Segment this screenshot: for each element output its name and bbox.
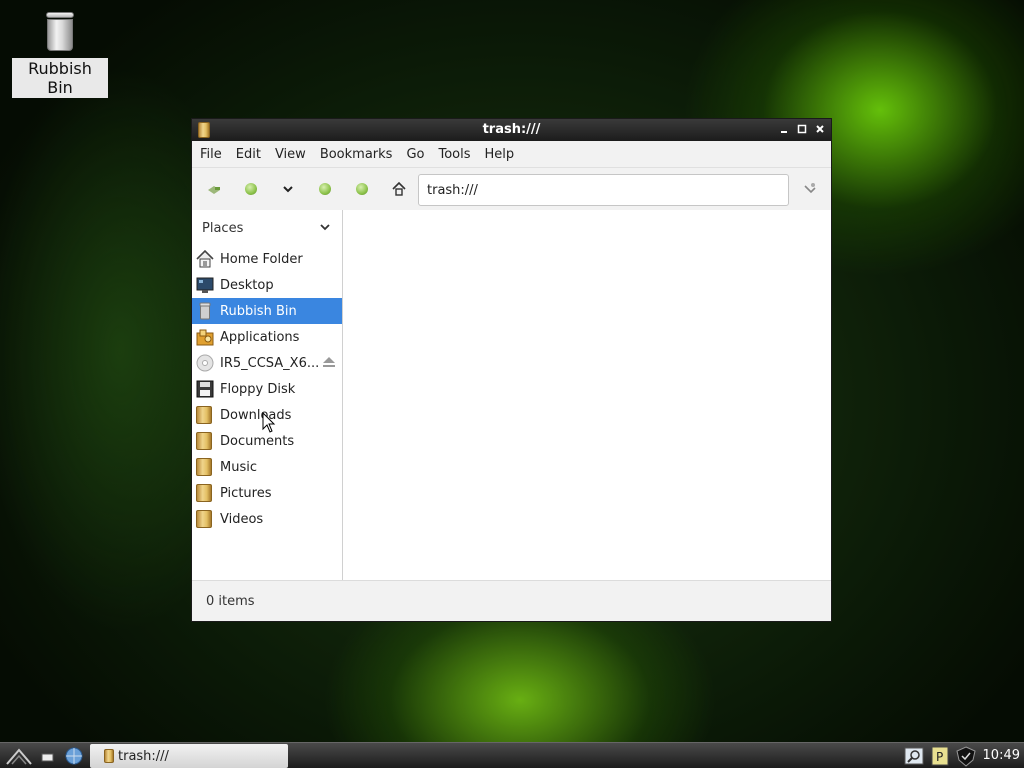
sidebar-item-rubbish-bin[interactable]: Rubbish Bin [192, 298, 342, 324]
sidebar-item-applications[interactable]: Applications [192, 324, 342, 350]
globe-icon [65, 747, 83, 765]
desktop-icon-label: Rubbish Bin [12, 58, 108, 98]
folder-icon [196, 432, 214, 450]
forward-button[interactable] [315, 179, 335, 199]
sidebar-header-label: Places [202, 220, 244, 236]
sidebar-item-label: Pictures [220, 485, 272, 501]
sidebar-item-home-folder[interactable]: Home Folder [192, 246, 342, 272]
folder-icon [196, 510, 214, 528]
sidebar-item-label: IR5_CCSA_X6... [220, 355, 320, 371]
desktop-icon [196, 276, 214, 294]
new-tab-icon [208, 186, 220, 194]
menu-view[interactable]: View [275, 147, 306, 162]
mouse-pointer-icon [262, 412, 276, 433]
sidebar-header[interactable]: Places [192, 210, 342, 246]
back-button[interactable] [241, 179, 261, 199]
folder-icon [196, 458, 214, 476]
places-sidebar: Places Home Folder Desktop Rubbish Bin A… [192, 210, 343, 582]
sidebar-item-label: Floppy Disk [220, 381, 296, 397]
magnifier-icon [904, 747, 924, 765]
tray-shield[interactable] [955, 746, 976, 767]
folder-icon [196, 484, 214, 502]
go-button[interactable] [800, 179, 820, 199]
sidebar-item-pictures[interactable]: Pictures [192, 480, 342, 506]
sidebar-item-label: Desktop [220, 277, 274, 293]
up-button[interactable] [352, 179, 372, 199]
forward-arrow-icon [319, 183, 331, 195]
menu-bar: File Edit View Bookmarks Go Tools Help [192, 141, 831, 168]
home-button[interactable] [389, 179, 409, 199]
home-icon [392, 181, 406, 196]
home-icon [196, 249, 214, 268]
floppy-icon [196, 380, 214, 398]
svg-text:P: P [936, 750, 943, 764]
sidebar-item-music[interactable]: Music [192, 454, 342, 480]
menu-bookmarks[interactable]: Bookmarks [320, 147, 393, 162]
tray-search[interactable] [904, 746, 924, 766]
minimize-button[interactable] [777, 122, 791, 136]
status-text: 0 items [206, 593, 255, 609]
clipboard-icon: P [931, 746, 949, 766]
desktop-icon-rubbish-bin[interactable]: Rubbish Bin [12, 12, 108, 98]
up-arrow-icon [356, 183, 368, 195]
menu-edit[interactable]: Edit [236, 147, 261, 162]
new-tab-button[interactable] [204, 179, 224, 199]
address-bar[interactable]: trash:/// [418, 174, 789, 206]
taskbar-item-trash[interactable]: trash:/// [90, 744, 288, 768]
applications-icon [196, 328, 214, 346]
window-title: trash:/// [482, 122, 541, 137]
back-arrow-icon [245, 183, 257, 195]
go-arrow-icon [804, 183, 816, 194]
chevron-down-icon [320, 224, 330, 231]
taskbar-item-label: trash:/// [118, 748, 169, 764]
tray-clipboard[interactable]: P [930, 746, 950, 766]
menu-file[interactable]: File [200, 147, 222, 162]
lxde-logo-icon [6, 748, 32, 765]
file-view[interactable] [343, 210, 831, 582]
title-bar[interactable]: trash:/// [192, 119, 831, 141]
sidebar-item-label: Downloads [220, 407, 292, 423]
menu-help[interactable]: Help [485, 147, 515, 162]
sidebar-item-label: Music [220, 459, 257, 475]
browser-launcher[interactable] [64, 746, 84, 766]
optical-disc-icon [196, 354, 214, 372]
sidebar-item-floppy-disk[interactable]: Floppy Disk [192, 376, 342, 402]
clock[interactable]: 10:49 [983, 748, 1020, 763]
sidebar-item-label: Videos [220, 511, 264, 527]
shield-icon [956, 746, 976, 767]
trash-icon [196, 302, 214, 320]
menu-go[interactable]: Go [406, 147, 424, 162]
sidebar-item-videos[interactable]: Videos [192, 506, 342, 532]
sidebar-item-desktop[interactable]: Desktop [192, 272, 342, 298]
sidebar-item-label: Applications [220, 329, 300, 345]
sidebar-item-label: Documents [220, 433, 295, 449]
sidebar-item-optical-disc[interactable]: IR5_CCSA_X6... [192, 350, 342, 376]
trash-icon [46, 12, 74, 52]
status-bar: 0 items [192, 580, 831, 621]
folder-icon [196, 406, 214, 424]
close-button[interactable] [813, 122, 827, 136]
start-menu-button[interactable] [6, 746, 32, 766]
folder-icon [104, 749, 114, 763]
menu-tools[interactable]: Tools [438, 147, 470, 162]
toolbar: trash:/// [192, 168, 831, 211]
taskbar: trash:/// P 10:49 [0, 742, 1024, 768]
eject-icon[interactable] [322, 356, 336, 368]
file-manager-window: trash:/// File Edit View Bookmarks Go To… [191, 118, 832, 622]
sidebar-item-label: Rubbish Bin [220, 303, 297, 319]
sidebar-item-label: Home Folder [220, 251, 303, 267]
show-desktop-icon [41, 753, 54, 762]
history-dropdown-button[interactable] [278, 179, 298, 199]
maximize-button[interactable] [795, 122, 809, 136]
show-desktop-button[interactable] [40, 746, 60, 766]
chevron-down-icon [283, 186, 293, 193]
